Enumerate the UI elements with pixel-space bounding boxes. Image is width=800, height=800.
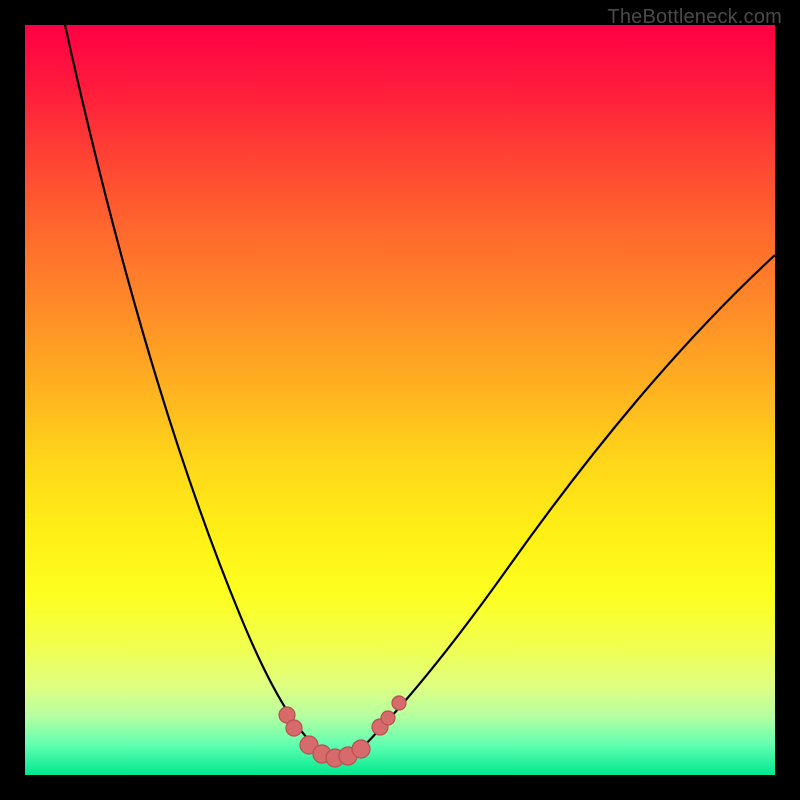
chart-container: TheBottleneck.com <box>0 0 800 800</box>
marker <box>392 696 406 710</box>
curve-left <box>65 25 323 753</box>
marker <box>286 720 302 736</box>
bottleneck-curve <box>25 25 775 775</box>
marker <box>352 740 370 758</box>
plot-area <box>25 25 775 775</box>
watermark: TheBottleneck.com <box>607 6 782 29</box>
curve-right <box>357 255 775 753</box>
marker <box>381 711 395 725</box>
data-markers <box>279 696 406 767</box>
